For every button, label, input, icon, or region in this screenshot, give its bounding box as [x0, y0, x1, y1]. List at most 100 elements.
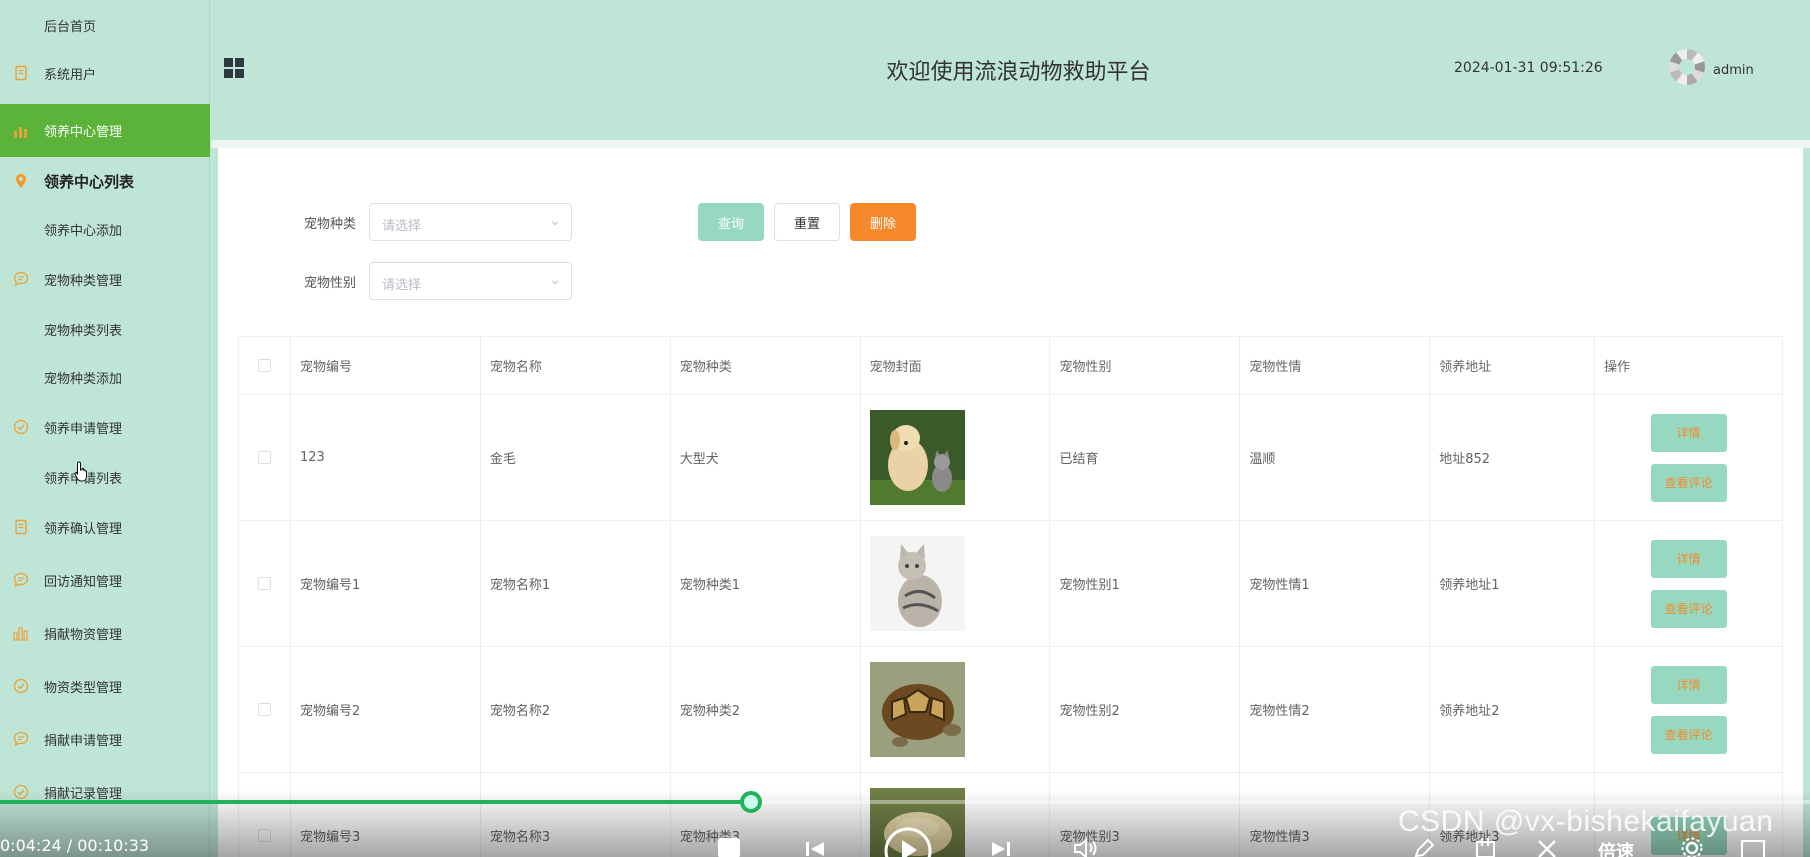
column-header: 宠物性情 — [1240, 337, 1431, 394]
datetime: 2024-01-31 09:51:26 — [1454, 60, 1603, 76]
sidebar-item-label: 领养申请管理 — [44, 421, 123, 437]
video-progress-handle[interactable] — [740, 791, 763, 813]
pet-gender: 已结育 — [1050, 395, 1241, 520]
select-all-checkbox[interactable] — [257, 359, 271, 372]
row-checkbox[interactable] — [257, 703, 271, 716]
view-comments-button[interactable]: 查看评论 — [1650, 463, 1727, 502]
view-comments-button[interactable]: 查看评论 — [1650, 715, 1727, 754]
gender-select-placeholder: 请选择 — [382, 278, 422, 293]
column-header: 宠物种类 — [671, 337, 861, 394]
pet-temper: 宠物性情1 — [1240, 521, 1431, 646]
pet-species: 宠物种类1 — [671, 521, 861, 646]
pet-address: 领养地址2 — [1430, 647, 1596, 772]
sidebar-item-donated-supplies[interactable]: 捐献物资管理 — [0, 618, 210, 648]
stop-icon[interactable] — [718, 838, 740, 857]
species-select-placeholder: 请选择 — [382, 219, 422, 234]
pet-species: 大型犬 — [671, 395, 861, 520]
chat-icon — [11, 729, 31, 749]
location-pin-icon — [11, 171, 31, 191]
delete-button[interactable]: 删除 — [850, 203, 916, 241]
clip-icon[interactable] — [1474, 838, 1498, 857]
chevron-down-icon: ⌄ — [549, 213, 561, 229]
hand-cursor-icon — [74, 461, 87, 482]
column-header: 操作 — [1595, 337, 1783, 394]
pet-cover-cell — [861, 647, 1051, 772]
sidebar-item-supply-type[interactable]: 物资类型管理 — [0, 671, 210, 701]
main-panel: 宠物种类 请选择 ⌄ 宠物性别 请选择 ⌄ 查询 重置 删除 宠物编号 宠物名称… — [218, 148, 1803, 857]
volume-icon[interactable] — [1073, 838, 1099, 857]
row-actions: 详情 查看评论 — [1595, 395, 1783, 520]
table-row: 123 金毛 大型犬 已结育 温顺 地址852 详情 查看评论 — [239, 395, 1783, 521]
gender-select[interactable]: 请选择 ⌄ — [369, 262, 572, 300]
column-header: 宠物名称 — [481, 337, 671, 394]
video-progress-fill — [0, 800, 752, 804]
sidebar-item-return-visit[interactable]: 回访通知管理 — [0, 565, 210, 595]
sidebar-item-donation-application[interactable]: 捐献申请管理 — [0, 724, 210, 754]
sidebar-item-label: 捐献物资管理 — [44, 627, 123, 643]
header-divider — [211, 140, 1810, 148]
username[interactable]: admin — [1713, 63, 1754, 78]
chevron-down-icon: ⌄ — [549, 272, 561, 288]
pet-id: 宠物编号2 — [291, 647, 481, 772]
row-select-cell — [239, 395, 291, 520]
pet-gender: 宠物性别2 — [1050, 647, 1241, 772]
pen-icon[interactable] — [1412, 838, 1436, 857]
gear-icon[interactable] — [1680, 836, 1704, 857]
watermark: CSDN @vx-bishekaifayuan — [1398, 805, 1774, 838]
detail-button[interactable]: 详情 — [1650, 539, 1727, 578]
sidebar-item-label: 后台首页 — [44, 19, 97, 35]
avatar[interactable] — [1669, 49, 1705, 85]
sidebar-item-label: 宠物种类管理 — [44, 273, 123, 289]
species-filter-label: 宠物种类 — [304, 217, 357, 232]
sidebar-item-label: 系统用户 — [44, 67, 97, 83]
gender-filter-label: 宠物性别 — [304, 276, 357, 291]
sidebar-item-label: 领养确认管理 — [44, 521, 123, 537]
query-button[interactable]: 查询 — [698, 203, 764, 241]
pet-temper: 温顺 — [1240, 395, 1431, 520]
chat-icon — [11, 570, 31, 590]
detail-button[interactable]: 详情 — [1650, 665, 1727, 704]
column-header: 宠物编号 — [291, 337, 481, 394]
table-row: 宠物编号1 宠物名称1 宠物种类1 宠物性别1 宠物性情1 领养地址1 详情 查… — [239, 521, 1783, 647]
next-icon[interactable] — [990, 840, 1012, 857]
detail-button[interactable]: 详情 — [1650, 413, 1727, 452]
sidebar-item-adoption-center-add[interactable]: 领养中心添加 — [0, 214, 210, 244]
table-header-row: 宠物编号 宠物名称 宠物种类 宠物封面 宠物性别 宠物性情 领养地址 操作 — [239, 337, 1783, 395]
pet-table: 宠物编号 宠物名称 宠物种类 宠物封面 宠物性别 宠物性情 领养地址 操作 12… — [238, 336, 1783, 857]
document-icon — [11, 63, 31, 83]
pet-name: 金毛 — [481, 395, 671, 520]
reset-button[interactable]: 重置 — [774, 203, 840, 241]
sidebar-item-adoption-confirmation[interactable]: 领养确认管理 — [0, 512, 210, 542]
fullscreen-icon[interactable] — [1740, 838, 1766, 857]
sidebar-item-system-users[interactable]: 系统用户 — [0, 63, 210, 83]
sidebar-item-pet-species[interactable]: 宠物种类管理 — [0, 264, 210, 294]
sidebar-item-home[interactable]: 后台首页 — [0, 10, 210, 40]
dog-and-kitten-photo — [869, 410, 965, 505]
table-row: 宠物编号2 宠物名称2 宠物种类2 宠物性别2 宠物性情2 领养地址2 详情 查… — [239, 647, 1783, 773]
sidebar-item-adoption-center-list[interactable]: 领养中心列表 — [0, 166, 210, 196]
sidebar-item-label: 物资类型管理 — [44, 680, 123, 696]
previous-icon[interactable] — [804, 840, 826, 857]
sidebar-item-adoption-application-list[interactable]: 领养申请列表 — [0, 462, 210, 492]
sidebar-item-pet-species-list[interactable]: 宠物种类列表 — [0, 314, 210, 344]
column-header: 宠物封面 — [861, 337, 1051, 394]
row-checkbox[interactable] — [257, 577, 271, 590]
close-icon[interactable] — [1536, 840, 1558, 857]
check-circle-icon — [11, 676, 31, 696]
document-icon — [11, 517, 31, 537]
row-select-cell — [239, 647, 291, 772]
row-checkbox[interactable] — [257, 451, 271, 464]
view-comments-button[interactable]: 查看评论 — [1650, 589, 1727, 628]
sidebar-item-pet-species-add[interactable]: 宠物种类添加 — [0, 362, 210, 392]
column-header: 领养地址 — [1430, 337, 1596, 394]
row-actions: 详情 查看评论 — [1595, 521, 1783, 646]
play-icon[interactable] — [883, 826, 933, 857]
pet-address: 领养地址1 — [1430, 521, 1596, 646]
pet-name: 宠物名称2 — [481, 647, 671, 772]
select-all-cell — [239, 337, 291, 394]
sidebar-item-adoption-center[interactable]: 领养中心管理 — [0, 104, 210, 157]
species-select[interactable]: 请选择 ⌄ — [369, 203, 572, 241]
sidebar-item-adoption-application[interactable]: 领养申请管理 — [0, 412, 210, 442]
speed-button[interactable]: 倍速 — [1598, 838, 1634, 857]
pet-id: 123 — [291, 395, 481, 520]
